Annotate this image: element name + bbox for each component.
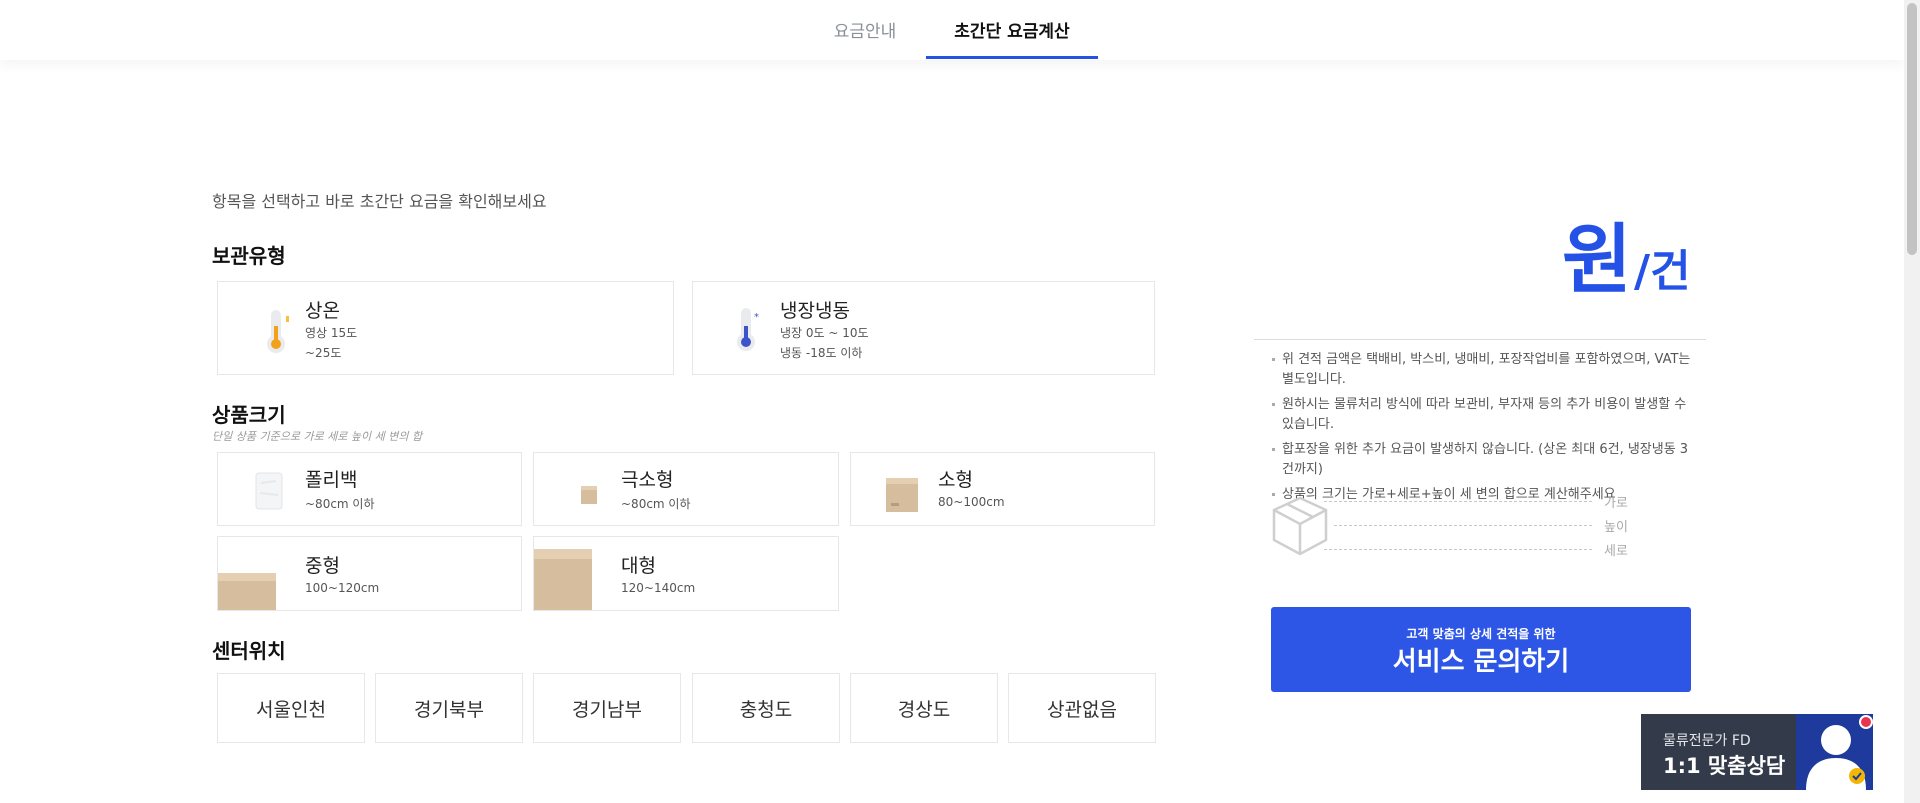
consult-widget[interactable]: 물류전문가 FD 1:1 맞춤상담 [1641,714,1873,790]
size-option-name: 대형 [621,555,656,577]
service-inquiry-button[interactable]: 고객 맞춤의 상세 견적을 위한 서비스 문의하기 [1271,607,1691,692]
size-option-extra-small[interactable]: 극소형 ~80cm 이하 [533,452,839,526]
storage-option-range: 냉장 0도 ~ 10도 [780,326,869,340]
location-option-gyeonggi-south[interactable]: 경기남부 [533,673,681,743]
storage-option-range: 냉동 -18도 이하 [780,346,863,360]
size-option-name: 극소형 [621,469,674,491]
storage-option-cold[interactable]: * 냉장냉동 냉장 0도 ~ 10도 냉동 -18도 이하 [692,281,1155,375]
medium-box-icon [218,573,276,610]
location-option-seoul-incheon[interactable]: 서울인천 [217,673,365,743]
size-section-title: 상품크기 [212,403,286,427]
note-item: 위 견적 금액은 택배비, 박스비, 냉매비, 포장작업비를 포함하였으며, V… [1270,350,1698,390]
size-option-name: 중형 [305,555,340,577]
storage-option-range: ~25도 [305,346,342,360]
location-option-chungcheong[interactable]: 충청도 [692,673,840,743]
location-option-gyeonggi-north[interactable]: 경기북부 [375,673,523,743]
box-outline-icon [1272,496,1328,556]
note-item: 원하시는 물류처리 방식에 따라 보관비, 부자재 등의 추가 비용이 발생할 … [1270,395,1698,435]
size-option-desc: ~80cm 이하 [621,497,691,511]
large-box-icon [534,549,592,610]
cta-subtitle: 고객 맞춤의 상세 견적을 위한 [1406,627,1556,641]
storage-option-name: 상온 [305,300,340,322]
poly-bag-icon [255,472,283,510]
price-notes: 위 견적 금액은 택배비, 박스비, 냉매비, 포장작업비를 포함하였으며, V… [1270,350,1698,510]
storage-option-range: 영상 15도 [305,326,358,340]
size-note: 단일 상품 기준으로 가로 세로 높이 세 변의 합 [212,430,423,443]
size-option-desc: ~80cm 이하 [305,497,375,511]
dimension-diagram: 가로 높이 세로 [1270,492,1700,562]
active-tab-indicator [926,56,1098,59]
person-icon [1806,715,1873,790]
location-section-title: 센터위치 [212,639,286,663]
price-unit: 원 [1562,215,1632,304]
dimension-label-depth: 세로 [1604,544,1628,559]
tab-simple-calc[interactable]: 초간단 요금계산 [926,0,1098,58]
size-option-polybag[interactable]: 폴리백 ~80cm 이하 [217,452,522,526]
location-option-gyeongsang[interactable]: 경상도 [850,673,998,743]
location-option-any[interactable]: 상관없음 [1008,673,1156,743]
size-option-large[interactable]: 대형 120~140cm [533,536,839,611]
note-item: 합포장을 위한 추가 요금이 발생하지 않습니다. (상온 최대 6건, 냉장냉… [1270,440,1698,480]
small-box-icon [886,478,918,512]
cta-title: 서비스 문의하기 [1392,647,1570,677]
storage-section-title: 보관유형 [212,244,286,268]
storage-option-name: 냉장냉동 [780,300,850,322]
size-option-desc: 100~120cm [305,581,380,595]
thermometer-warm-icon [267,310,289,353]
storage-option-room-temp[interactable]: 상온 영상 15도 ~25도 [217,281,674,375]
scrollbar-thumb[interactable] [1907,3,1917,255]
size-option-small[interactable]: 소형 80~100cm [850,452,1155,526]
size-option-desc: 120~140cm [621,581,696,595]
price-display: 원 /건 [1562,212,1692,308]
size-option-name: 폴리백 [305,469,358,491]
tab-fee-guide[interactable]: 요금안내 [820,0,910,58]
result-divider [1254,339,1706,340]
size-option-name: 소형 [938,469,973,491]
dimension-label-width: 가로 [1604,496,1628,511]
mini-box-icon [581,486,597,504]
size-option-medium[interactable]: 중형 100~120cm [217,536,522,611]
svg-text:*: * [754,312,759,323]
size-option-desc: 80~100cm [938,495,1005,509]
consult-title: 1:1 맞춤상담 [1663,754,1786,778]
consultant-avatar [1796,714,1873,790]
dimension-label-height: 높이 [1604,520,1628,535]
page-scrollbar[interactable] [1904,0,1920,803]
consult-label: 물류전문가 FD [1663,733,1751,749]
top-tab-bar: 요금안내 초간단 요금계산 [0,0,1904,60]
intro-text: 항목을 선택하고 바로 초간단 요금을 확인해보세요 [212,192,547,211]
price-per-unit: /건 [1634,246,1691,297]
thermometer-cold-icon: * [737,308,759,351]
